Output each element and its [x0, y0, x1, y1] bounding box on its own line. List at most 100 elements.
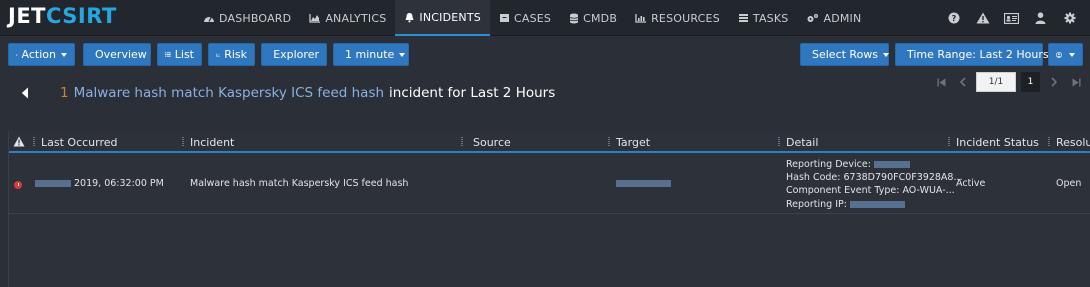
id-card-icon[interactable]	[997, 12, 1026, 24]
nav-incidents[interactable]: INCIDENTS	[395, 0, 490, 36]
time-range-label: Time Range: Last 2 Hours	[907, 48, 1049, 61]
svg-text:?: ?	[951, 14, 956, 23]
chevron-down-icon	[61, 52, 67, 57]
cell-target	[616, 178, 671, 189]
action-button-label: Action	[21, 48, 56, 61]
title-suffix: incident for Last 2 Hours	[389, 85, 556, 101]
incident-toolbar: Action Overview List Risk Explorer 1 min…	[0, 37, 1090, 123]
risk-button-label: Risk	[224, 48, 247, 61]
nav-incidents-label: INCIDENTS	[419, 10, 481, 24]
redacted-target	[616, 180, 671, 187]
prev-page-icon[interactable]	[952, 71, 974, 93]
cell-incident[interactable]: Malware hash match Kaspersky ICS feed ha…	[190, 178, 408, 189]
nav-analytics[interactable]: ANALYTICS	[300, 0, 395, 36]
action-button[interactable]: Action	[8, 43, 75, 66]
col-incident-status[interactable]: Incident Status	[956, 136, 1039, 149]
overview-button[interactable]: Overview	[83, 43, 151, 66]
back-arrow-icon[interactable]	[21, 87, 29, 99]
select-rows-label: Select Rows	[812, 48, 879, 61]
help-icon[interactable]: ?	[939, 12, 968, 24]
list-button[interactable]: List	[157, 43, 202, 66]
nav-cmdb-label: CMDB	[583, 11, 618, 25]
detail-reporting-device-label: Reporting Device:	[786, 159, 871, 170]
risk-button[interactable]: Risk	[208, 43, 255, 66]
severity-warning-icon[interactable]	[13, 136, 25, 147]
column-resize-handle[interactable]	[778, 137, 780, 146]
last-page-icon[interactable]	[1065, 71, 1087, 93]
list-button-label: List	[174, 48, 194, 61]
column-resize-handle[interactable]	[1048, 137, 1050, 146]
col-source[interactable]: Source	[473, 136, 511, 149]
severity-high-icon	[14, 181, 22, 189]
redacted-device	[873, 161, 910, 168]
nav-analytics-label: ANALYTICS	[325, 11, 387, 25]
nav-cases-label: CASES	[513, 11, 552, 25]
nav-dashboard-label: DASHBOARD	[219, 11, 292, 25]
col-target[interactable]: Target	[616, 136, 650, 149]
next-page-icon[interactable]	[1043, 71, 1065, 93]
settings-icon[interactable]	[1055, 12, 1084, 24]
cell-resolution: Open	[1056, 178, 1082, 189]
nav-cmdb[interactable]: CMDB	[560, 0, 626, 36]
database-icon	[569, 13, 579, 23]
user-menu-button[interactable]	[1048, 43, 1083, 66]
cell-last-occurred: 2019, 06:32:00 PM	[35, 178, 164, 189]
cell-detail: Reporting Device: Hash Code: 6738D790FC0…	[786, 158, 963, 211]
dashboard-icon	[204, 16, 214, 22]
nav-resources[interactable]: RESOURCES	[626, 0, 729, 36]
column-resize-handle[interactable]	[461, 137, 463, 146]
explorer-button-label: Explorer	[273, 48, 319, 61]
column-resize-handle[interactable]	[608, 137, 610, 146]
col-resolution[interactable]: Resolu	[1056, 136, 1090, 149]
user-circle-icon	[1056, 51, 1062, 58]
logo-text-b: CSIRT	[45, 4, 117, 28]
refresh-interval-button[interactable]: 1 minute	[333, 43, 409, 66]
detail-component-event-type: Component Event Type: AO-WUA-...	[786, 185, 955, 197]
chevron-down-icon	[883, 52, 890, 57]
column-resize-handle[interactable]	[33, 137, 35, 146]
col-last-occurred[interactable]: Last Occurred	[41, 136, 118, 149]
nav-cases[interactable]: CASES	[490, 0, 560, 36]
last-occurred-value: 2019, 06:32:00 PM	[74, 178, 164, 189]
list-icon	[165, 52, 171, 57]
line-chart-icon	[216, 53, 220, 57]
column-resize-handle[interactable]	[948, 137, 950, 146]
col-incident[interactable]: Incident	[190, 136, 234, 149]
bell-icon	[405, 12, 414, 22]
detail-hash-code: Hash Code: 6738D790FC0F3928A8...	[786, 172, 963, 184]
nav-admin[interactable]: ADMIN	[797, 0, 870, 36]
tasks-icon	[738, 14, 748, 22]
redacted-date	[35, 180, 71, 187]
case-icon	[499, 14, 509, 22]
refresh-interval-label: 1 minute	[345, 48, 395, 61]
table-row[interactable]: 2019, 06:32:00 PM Malware hash match Kas…	[9, 153, 1090, 214]
main-nav: DASHBOARD ANALYTICS INCIDENTS CASES CMDB…	[194, 0, 870, 36]
chevron-down-icon	[1069, 52, 1075, 57]
nav-admin-label: ADMIN	[823, 11, 862, 25]
time-range-button[interactable]: Time Range: Last 2 Hours	[895, 43, 1060, 66]
first-page-icon[interactable]	[930, 71, 952, 93]
pagination: 1/1 1	[930, 71, 1087, 93]
col-detail[interactable]: Detail	[786, 136, 818, 149]
incident-type-link[interactable]: Malware hash match Kaspersky ICS feed ha…	[74, 85, 384, 101]
nav-tasks[interactable]: TASKS	[729, 0, 798, 36]
current-page[interactable]: 1	[1021, 72, 1040, 92]
explorer-button[interactable]: Explorer	[261, 43, 327, 66]
select-rows-button[interactable]: Select Rows	[800, 43, 890, 66]
page-title: 1 Malware hash match Kaspersky ICS feed h…	[60, 85, 555, 101]
gear-icon	[16, 53, 18, 56]
detail-reporting-ip: Reporting IP:	[786, 198, 963, 211]
warning-icon[interactable]	[968, 12, 997, 24]
page-input[interactable]: 1/1	[976, 72, 1016, 92]
logo-text-a: JET	[8, 4, 46, 28]
nav-dashboard[interactable]: DASHBOARD	[194, 0, 300, 36]
column-resize-handle[interactable]	[182, 137, 184, 146]
bar-chart-icon	[635, 14, 647, 23]
redacted-ip	[849, 200, 905, 208]
app-logo[interactable]: JETCSIRT	[8, 4, 117, 28]
user-icon[interactable]	[1026, 12, 1055, 24]
chevron-down-icon	[399, 52, 406, 57]
detail-reporting-device: Reporting Device:	[786, 158, 963, 171]
detail-reporting-ip-label: Reporting IP:	[786, 198, 847, 210]
table-header: Last Occurred Incident Source Target Det…	[9, 131, 1090, 153]
